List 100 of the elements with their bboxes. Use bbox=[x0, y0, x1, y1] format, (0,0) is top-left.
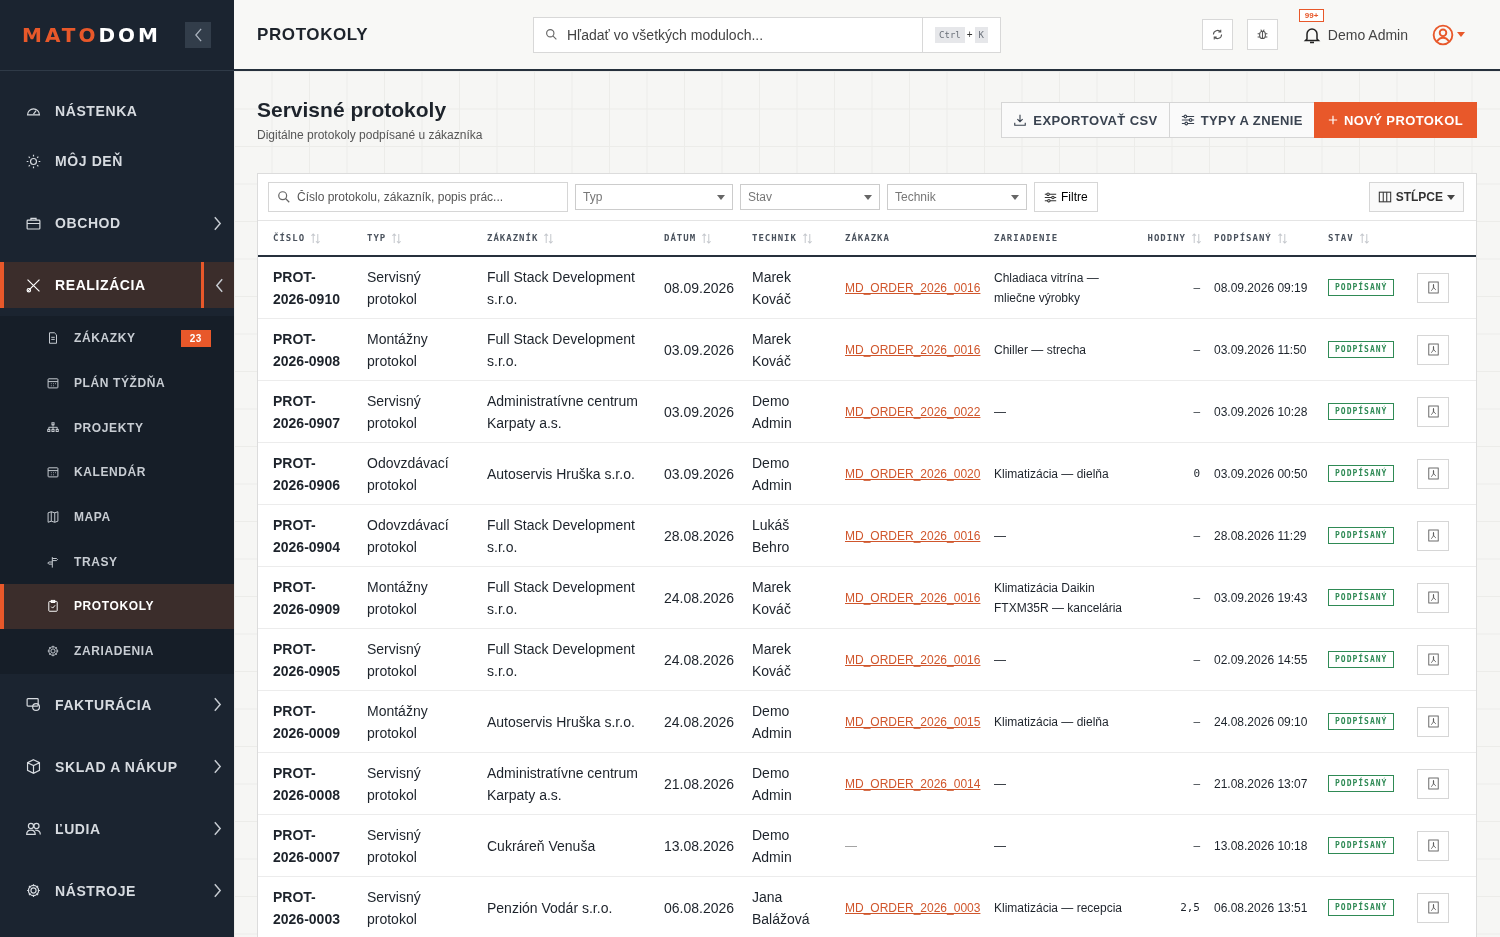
table-cell-text: Servisný protokol bbox=[367, 825, 422, 867]
column-header[interactable]: ZÁKAZNÍK bbox=[487, 232, 555, 244]
pdf-icon bbox=[1427, 467, 1439, 480]
section-subtitle: Digitálne protokoly podpísané u zákazníka bbox=[257, 128, 483, 142]
filter-dropdown[interactable]: Typ bbox=[575, 184, 733, 210]
order-link[interactable]: MD_ORDER_2026_0022 bbox=[845, 404, 981, 419]
pdf-icon bbox=[1427, 405, 1439, 418]
pdf-button[interactable] bbox=[1417, 396, 1449, 427]
table-cell-text: PROT-2026-0003 bbox=[273, 887, 341, 929]
table-cell-text: Marek Kováč bbox=[752, 267, 792, 309]
column-header[interactable]: TYP bbox=[367, 232, 403, 244]
table-cell-text: Montážny protokol bbox=[367, 701, 429, 743]
table-cell-text: Servisný protokol bbox=[367, 763, 422, 805]
column-header[interactable]: ČÍSLO bbox=[273, 232, 322, 244]
sort-icon[interactable] bbox=[543, 232, 555, 244]
nav-item[interactable]: REALIZÁCIA bbox=[0, 262, 201, 308]
export-button[interactable]: EXPORTOVAŤ CSV bbox=[1001, 102, 1170, 138]
order-link[interactable]: MD_ORDER_2026_0003 bbox=[845, 900, 981, 915]
table-cell-text: 03.09.2026 10:28 bbox=[1214, 403, 1309, 421]
bug-button[interactable] bbox=[1246, 19, 1278, 50]
status-badge: PODPÍSANÝ bbox=[1328, 713, 1395, 730]
table-cell-text: Full Stack Development s.r.o. bbox=[487, 639, 636, 681]
order-link[interactable]: MD_ORDER_2026_0020 bbox=[845, 466, 981, 481]
plus-icon bbox=[1327, 115, 1338, 125]
new-protocol-button[interactable]: NOVÝ PROTOKOL bbox=[1313, 102, 1477, 138]
key-cap: K bbox=[974, 26, 988, 43]
refresh-button[interactable] bbox=[1201, 19, 1233, 50]
nav-subitem[interactable]: MAPA bbox=[0, 494, 234, 540]
table-cell-text: Cukráreň Venuša bbox=[487, 836, 597, 856]
column-header[interactable]: STAV bbox=[1328, 232, 1370, 244]
filter-dropdown[interactable]: Technik bbox=[887, 184, 1027, 210]
order-link[interactable]: MD_ORDER_2026_0016 bbox=[845, 528, 981, 543]
pdf-button[interactable] bbox=[1417, 768, 1449, 799]
global-search-field[interactable]: Hľadať vo všetkých moduloch... bbox=[533, 16, 924, 53]
pdf-button[interactable] bbox=[1417, 458, 1449, 489]
column-header[interactable]: DÁTUM bbox=[664, 232, 713, 244]
pdf-button[interactable] bbox=[1417, 830, 1449, 861]
order-link[interactable]: MD_ORDER_2026_0014 bbox=[845, 776, 981, 791]
nav-item[interactable]: FAKTURÁCIA bbox=[0, 673, 201, 736]
sort-icon[interactable] bbox=[701, 232, 713, 244]
pdf-button[interactable] bbox=[1417, 334, 1449, 365]
pdf-button[interactable] bbox=[1417, 892, 1449, 923]
sort-icon[interactable] bbox=[1191, 232, 1202, 244]
sort-icon[interactable] bbox=[310, 232, 322, 244]
table-cell-text: 24.08.2026 09:10 bbox=[1214, 713, 1309, 731]
sort-icon[interactable] bbox=[1358, 232, 1370, 244]
nav-item[interactable]: NÁSTENKA bbox=[0, 87, 234, 135]
calendar-icon bbox=[46, 376, 60, 391]
table-cell-text: 06.08.2026 bbox=[664, 898, 736, 918]
nav-item[interactable]: OBCHOD bbox=[0, 192, 201, 254]
table-cell-text: — bbox=[994, 837, 1007, 855]
table-cell-text: Chiller — strecha bbox=[994, 341, 1088, 359]
download-icon bbox=[1013, 113, 1028, 127]
nav-subitem[interactable]: PROJEKTY bbox=[0, 405, 234, 451]
table-cell-text: 02.09.2026 14:55 bbox=[1214, 651, 1309, 669]
table-cell-text: 21.08.2026 bbox=[664, 774, 736, 794]
columns-button[interactable]: STĹPCE bbox=[1368, 182, 1464, 212]
table-search-field[interactable]: Číslo protokolu, zákazník, popis prác... bbox=[268, 182, 568, 212]
order-link[interactable]: MD_ORDER_2026_0016 bbox=[845, 590, 981, 605]
nav-subitem[interactable]: ZARIADENIA bbox=[0, 628, 234, 674]
filter-dropdown[interactable]: Stav bbox=[740, 184, 880, 210]
table-cell-text: 03.09.2026 bbox=[664, 402, 736, 422]
nav-subitem[interactable]: PROTOKOLY bbox=[0, 584, 234, 629]
order-link[interactable]: MD_ORDER_2026_0016 bbox=[845, 342, 981, 357]
pdf-button[interactable] bbox=[1417, 706, 1449, 737]
columns-icon bbox=[1377, 190, 1392, 204]
user-name[interactable]: Demo Admin bbox=[1327, 26, 1408, 43]
nav-item[interactable]: SKLAD A NÁKUP bbox=[0, 735, 201, 798]
filters-button[interactable]: Filtre bbox=[1034, 182, 1098, 212]
document-icon bbox=[46, 331, 60, 346]
nav-item[interactable]: NÁSTROJE bbox=[0, 859, 201, 922]
nav-subitem[interactable]: KALENDÁR bbox=[0, 450, 234, 495]
nav-item[interactable]: ĽUDIA bbox=[0, 797, 201, 860]
sort-icon[interactable] bbox=[391, 232, 403, 244]
types-button[interactable]: TYPY A ZNENIE bbox=[1168, 102, 1315, 138]
table-cell-text: 28.08.2026 bbox=[664, 526, 736, 546]
nav-subitem[interactable]: TRASY bbox=[0, 539, 234, 585]
expand-toggle[interactable] bbox=[201, 262, 234, 308]
pdf-button[interactable] bbox=[1417, 582, 1449, 613]
order-link[interactable]: MD_ORDER_2026_0015 bbox=[845, 714, 981, 729]
nav-subitem[interactable]: PLÁN TÝŽDŇA bbox=[0, 360, 234, 406]
column-header[interactable]: HODINY bbox=[1147, 232, 1202, 244]
table-cell: — bbox=[1193, 281, 1200, 294]
table-cell-text: Penzión Vodár s.r.o. bbox=[487, 898, 614, 918]
sort-icon[interactable] bbox=[801, 232, 813, 244]
nav-item[interactable]: MÔJ DEŇ bbox=[0, 137, 234, 185]
sort-icon[interactable] bbox=[1276, 232, 1288, 244]
table-cell-text: 13.08.2026 10:18 bbox=[1214, 837, 1309, 855]
pdf-button[interactable] bbox=[1417, 272, 1449, 303]
nav-subitem[interactable]: ZÁKAZKY 23 bbox=[0, 316, 234, 361]
user-menu-button[interactable] bbox=[1432, 23, 1465, 46]
column-header[interactable]: PODPÍSANÝ bbox=[1214, 232, 1288, 244]
table-cell-text: — bbox=[994, 651, 1007, 669]
pdf-button[interactable] bbox=[1417, 520, 1449, 551]
pdf-button[interactable] bbox=[1417, 644, 1449, 675]
status-badge: PODPÍSANÝ bbox=[1328, 775, 1395, 792]
collapse-sidebar-button[interactable] bbox=[185, 22, 211, 48]
column-header[interactable]: TECHNIK bbox=[752, 232, 813, 244]
order-link[interactable]: MD_ORDER_2026_0016 bbox=[845, 652, 981, 667]
order-link[interactable]: MD_ORDER_2026_0016 bbox=[845, 280, 981, 295]
